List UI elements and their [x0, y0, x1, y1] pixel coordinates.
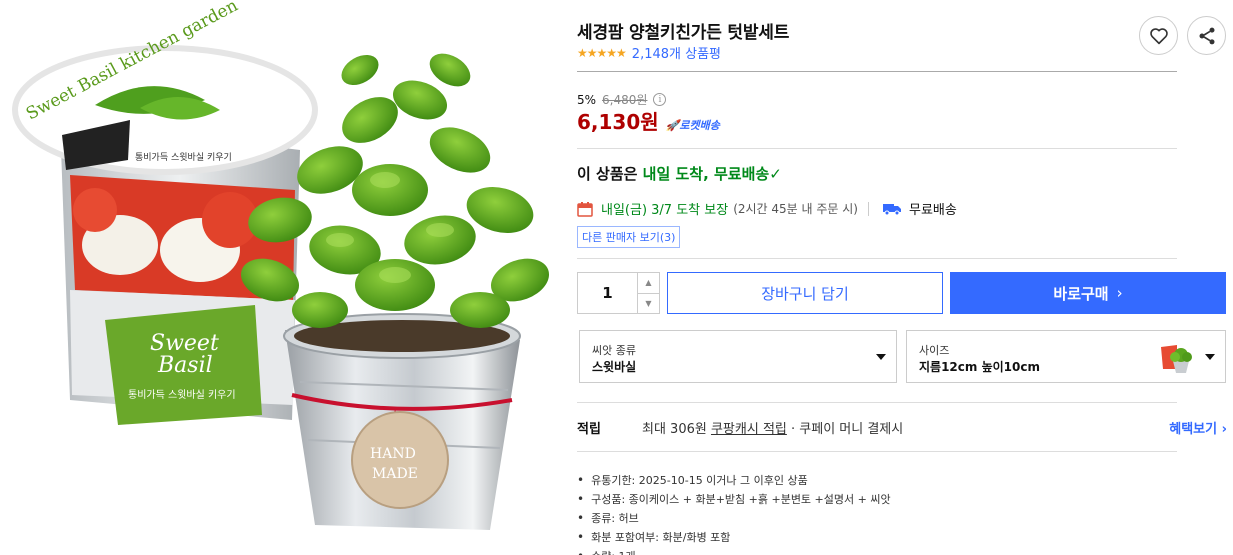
spec-item: 구성품: 종이케이스 + 화분+받침 +흙 +분변토 +설명서 + 씨앗	[577, 489, 891, 508]
size-select[interactable]: 사이즈 지름12cm 높이10cm	[906, 330, 1226, 383]
lid-korean: 통비가득 스윗바실 키우기	[135, 152, 232, 163]
spec-item: 화분 포함여부: 화분/화병 포함	[577, 527, 891, 546]
discount-rate: 5%	[577, 92, 597, 107]
tag-hand: HAND	[370, 446, 416, 462]
arrival-message: 이 상품은 내일 도착, 무료배송✓	[577, 163, 782, 184]
add-to-cart-button[interactable]: 장바구니 담기	[667, 272, 943, 314]
spec-item: 종류: 허브	[577, 508, 891, 527]
arrival-highlight: 내일 도착, 무료배송	[642, 165, 770, 183]
truck-icon	[883, 203, 901, 215]
chevron-right-icon: ›	[1116, 284, 1123, 302]
buy-now-label: 바로구매	[1053, 284, 1109, 303]
seed-type-label: 씨앗 종류	[592, 344, 636, 357]
size-label: 사이즈	[919, 344, 950, 357]
quantity-increase-button[interactable]: ▲	[638, 273, 659, 294]
coupang-cash-link[interactable]: 쿠팡캐시 적립	[711, 422, 787, 437]
heart-icon	[1149, 27, 1168, 44]
share-icon	[1199, 27, 1214, 44]
product-specs-list: 유통기한: 2025-10-15 이거나 그 이후인 상품 구성품: 종이케이스…	[577, 470, 891, 555]
divider	[577, 451, 1177, 452]
seed-type-select[interactable]: 씨앗 종류 스윗바실	[579, 330, 897, 383]
reward-condition: · 쿠페이 머니 결제시	[786, 422, 904, 437]
tag-made: MADE	[372, 466, 418, 482]
cup-label-basil: Basil	[157, 353, 213, 378]
reward-label: 적립	[577, 422, 601, 437]
divider	[577, 71, 1177, 72]
review-count-link[interactable]: 2,148개 상품평	[632, 43, 721, 62]
product-title: 세경팜 양철키친가든 텃밭세트	[577, 23, 790, 43]
quantity-decrease-button[interactable]: ▼	[638, 294, 659, 314]
star-rating: ★★★★★	[577, 45, 627, 60]
info-icon[interactable]: i	[653, 93, 667, 106]
reward-text: 최대 306원 쿠팡캐시 적립 · 쿠페이 머니 결제시	[642, 418, 903, 437]
sale-price: 6,130원	[577, 110, 659, 134]
order-cutoff: (2시간 45분 내 주문 시)	[733, 202, 858, 216]
rating-row[interactable]: ★★★★★ 2,148개 상품평	[577, 43, 721, 63]
buy-now-button[interactable]: 바로구매 ›	[950, 272, 1226, 314]
reward-amount: 최대 306원	[642, 422, 711, 437]
calendar-icon	[577, 201, 593, 217]
favorite-button[interactable]	[1139, 16, 1178, 55]
arrival-prefix: 이 상품은	[577, 165, 643, 183]
product-info-panel: 세경팜 양철키친가든 텃밭세트 ★★★★★ 2,148개 상품평 5% 6,48…	[577, 0, 1227, 555]
product-image[interactable]: Sweet Basil 통비가득 스윗바실 키우기 Sweet Basil ki…	[0, 0, 560, 555]
delivery-date: 내일(금) 3/7 도착 보장	[601, 203, 729, 218]
free-shipping: 무료배송	[909, 203, 957, 218]
reward-row: 적립 최대 306원 쿠팡캐시 적립 · 쿠페이 머니 결제시 혜택보기 ›	[577, 418, 1227, 437]
other-sellers-button[interactable]: 다른 판매자 보기(3)	[577, 226, 681, 248]
dropdown-arrow-icon	[876, 354, 886, 360]
quantity-stepper[interactable]: 1 ▲ ▼	[577, 272, 660, 314]
product-photo: Sweet Basil 통비가득 스윗바실 키우기 Sweet Basil ki…	[12, 0, 550, 530]
sale-price-row: 6,130원 🚀로켓배송	[577, 106, 720, 135]
share-button[interactable]	[1187, 16, 1226, 55]
view-benefits-link[interactable]: 혜택보기 ›	[1169, 418, 1227, 437]
quantity-buttons: ▲ ▼	[637, 273, 659, 313]
divider	[577, 258, 1177, 259]
divider	[577, 402, 1177, 403]
size-value: 지름12cm 높이10cm	[919, 360, 1040, 374]
divider	[577, 148, 1177, 149]
size-option-thumbnail	[1159, 339, 1195, 375]
delivery-row: 내일(금) 3/7 도착 보장 (2시간 45분 내 주문 시) 무료배송	[577, 199, 957, 218]
check-icon: ✓	[769, 165, 782, 183]
seed-type-value: 스윗바실	[592, 360, 637, 374]
spec-item: 수량: 1개	[577, 546, 891, 555]
quantity-value[interactable]: 1	[578, 273, 637, 313]
dropdown-arrow-icon	[1205, 354, 1215, 360]
divider	[868, 201, 869, 216]
rocket-delivery-badge: 🚀로켓배송	[665, 119, 720, 132]
spec-item: 유통기한: 2025-10-15 이거나 그 이후인 상품	[577, 470, 891, 489]
cup-label-korean: 통비가득 스윗바실 키우기	[128, 389, 236, 401]
